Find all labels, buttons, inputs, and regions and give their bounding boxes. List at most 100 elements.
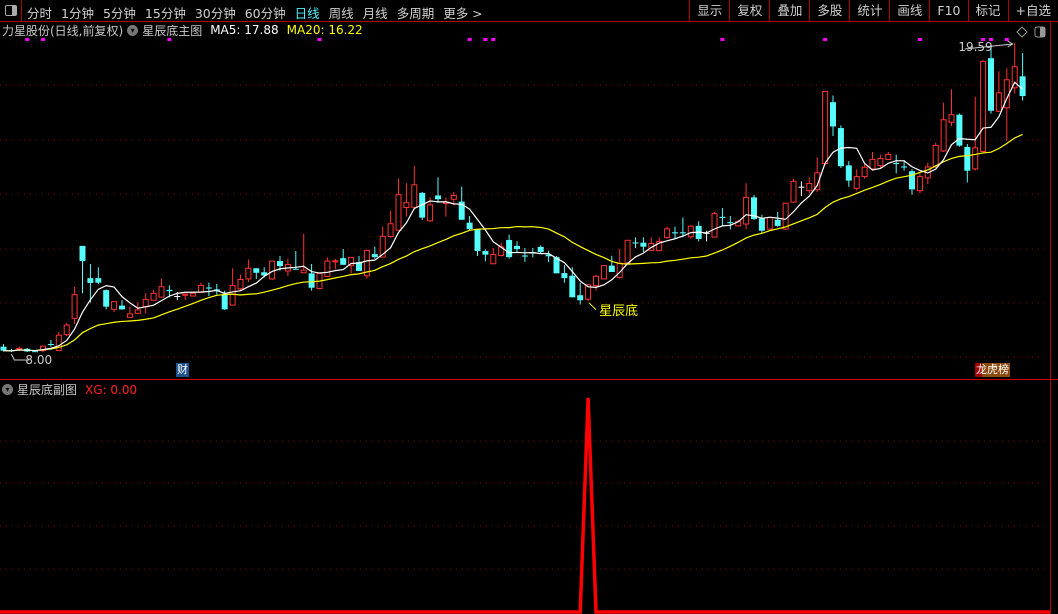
candle-body-up — [972, 147, 979, 170]
candle-body-down — [466, 222, 473, 230]
candle-body-down — [308, 273, 315, 288]
candle-body-down — [727, 222, 734, 224]
candle-body-down — [608, 265, 615, 273]
candle-body-up — [593, 275, 599, 287]
candle-body-down — [482, 250, 489, 255]
candle-body-up — [245, 267, 252, 280]
candle-body-up — [624, 239, 631, 264]
candle-body-up — [182, 293, 189, 296]
candle-body-down — [340, 258, 347, 265]
candle-body-up — [229, 285, 236, 306]
candle-body-up — [948, 114, 955, 123]
candle-body-doji — [174, 296, 181, 298]
candle-body-down — [537, 246, 544, 253]
candle-body-up — [877, 157, 884, 167]
signal-label: 星辰底 — [599, 303, 638, 319]
low-price-label: 8.00 — [25, 353, 52, 367]
finance-badge[interactable]: 财 — [176, 363, 189, 377]
dragon-tiger-badge[interactable]: 龙虎榜 — [975, 363, 1010, 377]
candle-body-down — [845, 165, 852, 181]
candle-body-up — [782, 202, 789, 230]
candle-body-down — [47, 344, 54, 346]
xg-line — [0, 397, 1050, 614]
candle-body-up — [71, 294, 78, 319]
candle-body-up — [743, 196, 750, 225]
candle-body-up — [450, 195, 457, 200]
candle-body-up — [995, 92, 1002, 112]
candle-body-up — [190, 292, 197, 297]
candle-body-down — [277, 261, 283, 267]
signal-marker — [25, 38, 30, 41]
candle-body-down — [988, 58, 994, 111]
signal-marker — [41, 38, 45, 41]
candle-body-up — [142, 298, 149, 308]
candle-body-up — [853, 176, 860, 189]
candle-body-down — [569, 275, 576, 298]
candle-body-up — [16, 347, 23, 350]
candle-body-up — [134, 309, 141, 314]
xg-value: XG: 0.00 — [85, 382, 138, 397]
signal-arrow-icon — [588, 302, 597, 311]
candle-body-up — [63, 324, 70, 336]
signal-marker — [167, 38, 172, 41]
ma5-line — [3, 81, 1023, 352]
candle-body-down — [964, 146, 971, 171]
candle-body-down — [103, 290, 110, 307]
panel-divider[interactable] — [0, 379, 1058, 380]
candle-body-down — [506, 240, 513, 258]
candle-body-doji — [798, 186, 805, 188]
candle-body-up — [861, 166, 868, 178]
candle-body-down — [79, 245, 86, 262]
candle-body-up — [600, 265, 607, 280]
candle-body-up — [711, 213, 718, 238]
candle-body-up — [126, 313, 133, 318]
candle-body-up — [766, 217, 773, 230]
high-price-label: 19.59 — [958, 40, 992, 54]
candle-body-down — [672, 232, 678, 234]
candle-body-down — [205, 287, 212, 289]
candle-body-down — [292, 268, 299, 270]
candle-body-up — [806, 183, 813, 192]
signal-marker — [491, 38, 496, 41]
candle-body-up — [395, 194, 402, 231]
candle-body-down — [640, 242, 647, 247]
candle-body-down — [221, 293, 228, 310]
candle-body-up — [427, 204, 434, 222]
signal-marker — [317, 38, 322, 41]
candle-body-down — [632, 242, 639, 244]
window-toggle-icon-fill — [1040, 27, 1045, 37]
signal-marker — [483, 38, 488, 41]
candle-body-up — [940, 119, 947, 152]
candle-body-up — [269, 260, 276, 280]
candle-body-down — [166, 289, 173, 292]
candle-body-up — [150, 292, 157, 301]
diamond-icon[interactable] — [1016, 26, 1028, 38]
candle-body-up — [885, 153, 892, 161]
candle-body-up — [664, 228, 671, 239]
candle-body-down — [719, 216, 726, 218]
candle-body-up — [332, 260, 339, 263]
candle-body-down — [956, 114, 963, 146]
candle-body-up — [300, 269, 307, 274]
candle-body-up — [932, 144, 939, 167]
candle-body-up — [490, 253, 497, 265]
candle-body-down — [774, 219, 781, 226]
candle-body-down — [514, 245, 520, 250]
kline-chart[interactable]: 星辰底 8.00 19.59 — [0, 0, 1058, 614]
signal-marker — [823, 38, 828, 41]
candle-body-up — [869, 159, 876, 170]
candle-body-down — [679, 232, 686, 234]
candle-body-down — [253, 268, 260, 273]
candle-body-up — [111, 301, 118, 310]
signal-marker — [720, 38, 725, 41]
candle-body-up — [687, 225, 694, 238]
candle-body-down — [837, 128, 844, 167]
sub-indicator-name[interactable]: 星辰底副图 — [17, 381, 77, 398]
candle-body-up — [411, 184, 418, 208]
sub-indicator-dropdown-icon[interactable]: ▾ — [2, 384, 13, 395]
candle-body-down — [87, 278, 94, 283]
candle-body-down — [95, 278, 102, 283]
candle-body-down — [830, 102, 836, 127]
candle-body-down — [561, 273, 568, 279]
candle-body-down — [0, 346, 7, 351]
